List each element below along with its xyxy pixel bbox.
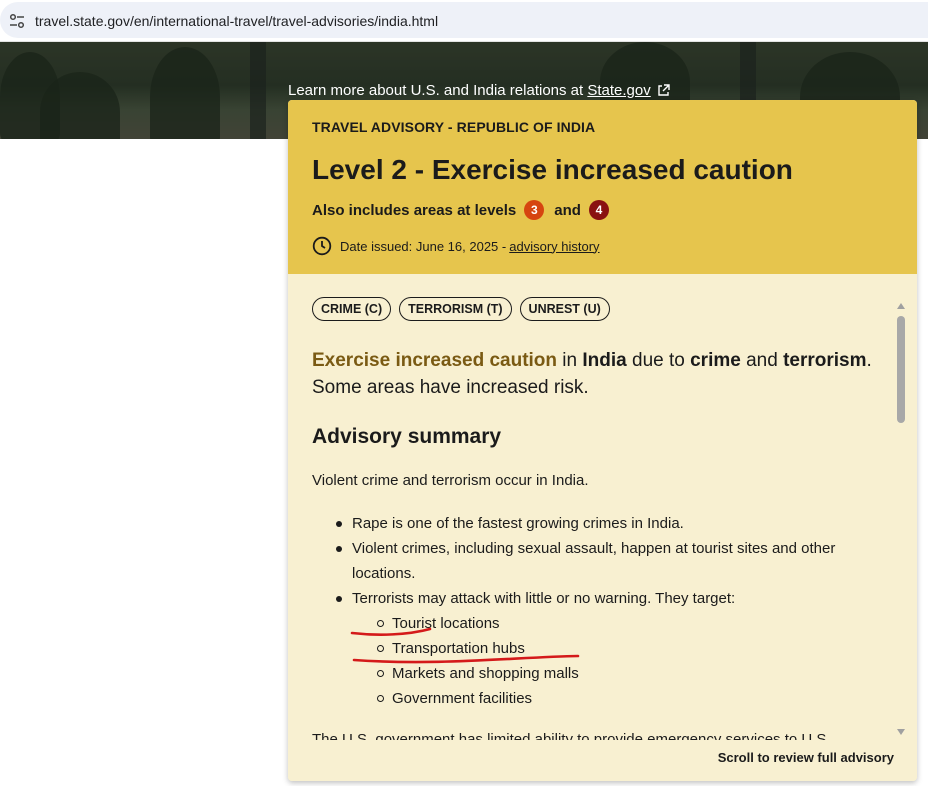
lead-highlight: Exercise increased caution <box>312 350 558 371</box>
url-field[interactable]: travel.state.gov/en/international-travel… <box>0 2 928 38</box>
date-issued-line: Date issued: June 16, 2025 - advisory hi… <box>312 236 600 256</box>
list-item: Terrorists may attack with little or no … <box>312 586 872 711</box>
scroll-up-arrow-icon[interactable] <box>897 303 905 309</box>
relations-line: Learn more about U.S. and India relation… <box>288 82 670 99</box>
browser-address-bar: travel.state.gov/en/international-travel… <box>0 0 928 42</box>
list-item: Tourist locations <box>352 611 872 636</box>
lead-and: and <box>740 350 784 371</box>
lead-second-line: Some areas have increased risk. <box>312 377 589 398</box>
scroll-hint: Scroll to review full advisory <box>717 750 894 765</box>
lead-terrorism: terrorism <box>783 350 867 371</box>
level-4-badge: 4 <box>588 200 609 220</box>
level-title: Level 2 - Exercise increased caution <box>312 154 793 185</box>
relations-text: Learn more about U.S. and India relation… <box>288 82 584 99</box>
advisory-footer: Scroll to review full advisory <box>288 740 917 781</box>
risk-tags: CRIME (C) TERRORISM (T) UNREST (U) <box>312 297 610 321</box>
also-includes-text: Also includes areas at levels <box>312 201 517 219</box>
external-link-icon <box>658 84 670 96</box>
clock-icon <box>312 236 332 256</box>
advisory-scroll-area[interactable]: CRIME (C) TERRORISM (T) UNREST (U) Exerc… <box>288 274 917 740</box>
advisory-summary-heading: Advisory summary <box>312 425 502 448</box>
lead-period: . <box>866 350 872 371</box>
tag-unrest[interactable]: UNREST (U) <box>519 297 610 321</box>
and-text: and <box>554 201 581 219</box>
lead-country: India <box>582 350 627 371</box>
list-item: Violent crimes, including sexual assault… <box>312 536 872 586</box>
summary-bullets: Rape is one of the fastest growing crime… <box>312 511 872 711</box>
list-item: Transportation hubs <box>352 636 872 661</box>
tag-terrorism[interactable]: TERRORISM (T) <box>399 297 512 321</box>
list-item: Rape is one of the fastest growing crime… <box>312 511 872 536</box>
advisory-card: TRAVEL ADVISORY - REPUBLIC OF INDIA Leve… <box>288 100 917 781</box>
tag-crime[interactable]: CRIME (C) <box>312 297 392 321</box>
advisory-kicker: TRAVEL ADVISORY - REPUBLIC OF INDIA <box>312 119 596 135</box>
target-list: Tourist locations Transportation hubs Ma… <box>352 611 872 711</box>
cut-off-paragraph: The U.S. government has limited ability … <box>312 731 831 740</box>
scroll-down-arrow-icon[interactable] <box>897 729 905 735</box>
scrollbar-thumb[interactable] <box>897 316 905 423</box>
level-3-badge: 3 <box>524 200 545 220</box>
date-issued-text: Date issued: June 16, 2025 - <box>340 238 507 254</box>
list-item: Government facilities <box>352 686 872 711</box>
list-item-text: Terrorists may attack with little or no … <box>352 590 736 607</box>
lead-in: in <box>557 350 583 371</box>
lead-due-to: due to <box>626 350 691 371</box>
lead-crime: crime <box>690 350 741 371</box>
site-settings-icon[interactable] <box>8 12 26 30</box>
summary-intro: Violent crime and terrorism occur in Ind… <box>312 472 589 489</box>
url-text[interactable]: travel.state.gov/en/international-travel… <box>35 13 438 29</box>
scrollbar[interactable] <box>894 300 908 738</box>
advisory-header: TRAVEL ADVISORY - REPUBLIC OF INDIA Leve… <box>288 100 917 274</box>
advisory-history-link[interactable]: advisory history <box>509 239 599 254</box>
lead-paragraph: Exercise increased caution in India due … <box>312 347 872 401</box>
list-item: Markets and shopping malls <box>352 661 872 686</box>
state-gov-link[interactable]: State.gov <box>587 82 650 99</box>
also-includes-line: Also includes areas at levels 3 and 4 <box>312 200 619 220</box>
